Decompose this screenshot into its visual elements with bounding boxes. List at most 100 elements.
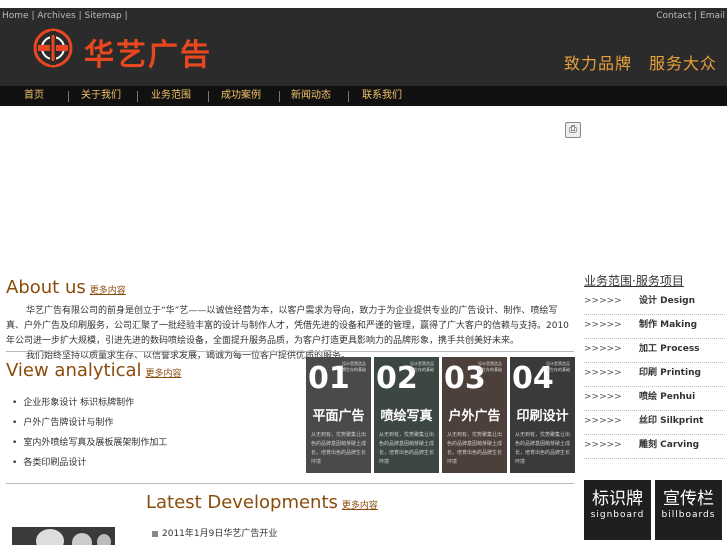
arrow-text: >>>>>	[584, 320, 622, 330]
sidebar-item-making[interactable]: >>>>> 制作 Making	[584, 315, 725, 339]
list-item[interactable]: 各类印刷品设计	[12, 453, 167, 473]
arrow-text: >>>>>	[584, 344, 622, 354]
bullet-square-icon	[152, 530, 158, 537]
thumbnail-image	[12, 527, 115, 545]
promo-en: billboards	[661, 510, 716, 520]
sidebar-item-en: Making	[660, 320, 698, 330]
sidebar-item-penhui[interactable]: >>>>> 喷绘 Penhui	[584, 387, 725, 411]
arrow-text: >>>>>	[584, 296, 622, 306]
arrow-text: >>>>>	[584, 392, 622, 402]
top-links-left: Home | Archives | Sitemap |	[2, 11, 128, 21]
tile-mini-text: 设计是营造品牌生存的基础	[342, 361, 366, 372]
nav-item-news[interactable]: 新闻动态	[291, 86, 331, 106]
about-title: About us	[6, 277, 86, 298]
tile-desc: 从无到有，优势聚集让出色的品牌基因萌芽破土成长，培育出色的品牌生长环境	[447, 432, 503, 465]
nav-item-cases[interactable]: 成功案例	[221, 86, 261, 106]
logo-text[interactable]: 华艺广告	[84, 30, 212, 74]
nav-item-services[interactable]: 业务范围	[151, 86, 191, 106]
about-paragraph: 华艺广告有限公司的前身是创立于“华”艺——以诚信经营为本，以客户需求为导向，致力…	[6, 306, 569, 346]
arrow-text: >>>>>	[584, 368, 622, 378]
arrow-text: >>>>>	[584, 416, 622, 426]
nav-separator	[348, 91, 349, 102]
top-links-right: Contact | Email	[656, 11, 725, 21]
nav-separator	[208, 91, 209, 102]
sidebar-item-design[interactable]: >>>>> 设计 Design	[584, 291, 725, 315]
sidebar-service-list: >>>>> 设计 Design >>>>> 制作 Making >>>>> 加工 Pr…	[584, 291, 725, 459]
divider	[6, 351, 574, 352]
latest-more-link[interactable]: 更多内容	[342, 501, 378, 511]
sidebar-item-process[interactable]: >>>>> 加工 Process	[584, 339, 725, 363]
sidebar-item-label: 雕刻 Carving	[639, 435, 699, 455]
promo-signboard[interactable]: 标识牌 signboard	[584, 480, 651, 540]
sidebar-item-label: 制作 Making	[639, 315, 697, 335]
about-more-link[interactable]: 更多内容	[90, 286, 126, 296]
nav-item-home[interactable]: 首页	[24, 86, 44, 106]
promo-en: signboard	[590, 510, 645, 520]
nav-item-contact[interactable]: 联系我们	[362, 86, 402, 106]
nav-separator	[279, 91, 280, 102]
sidebar-item-en: Process	[660, 344, 700, 354]
printer-icon[interactable]: ⎙	[565, 122, 581, 138]
tile-desc: 从无到有，优势聚集让出色的品牌基因萌芽破土成长，培育出色的品牌生长环境	[311, 432, 367, 465]
sidebar-item-carving[interactable]: >>>>> 雕刻 Carving	[584, 435, 725, 459]
tile-desc: 从无到有，优势聚集让出色的品牌基因萌芽破土成长，培育出色的品牌生长环境	[379, 432, 435, 465]
tile-mini-text: 设计是营造品牌生存的基础	[410, 361, 434, 372]
about-section-title: About us 更多内容	[6, 277, 126, 298]
view-list: 企业形象设计 标识标牌制作 户外广告牌设计与制作 室内外喷绘写真及展板展架制作加…	[12, 393, 167, 473]
sidebar-item-en: Carving	[660, 440, 700, 450]
main-nav: 首页 关于我们 业务范围 成功案例 新闻动态 联系我们	[0, 86, 727, 106]
list-item[interactable]: 户外广告牌设计与制作	[12, 413, 167, 433]
sidebar-item-cn: 制作	[639, 320, 658, 330]
site-header: 华艺广告 致力品牌 服务大众	[0, 24, 727, 86]
tile-mini-text: 设计是营造品牌生存的基础	[478, 361, 502, 372]
tile-desc: 从无到有，优势聚集让出色的品牌基因萌芽破土成长，培育出色的品牌生长环境	[515, 432, 571, 465]
news-thumbnail[interactable]	[12, 527, 115, 545]
service-tile-outdoor[interactable]: 03 设计是营造品牌生存的基础 户外广告 从无到有，优势聚集让出色的品牌基因萌芽…	[442, 357, 507, 473]
list-item[interactable]: 2011年1月9日华艺广告开业	[152, 526, 277, 539]
sidebar-item-cn: 加工	[639, 344, 658, 354]
sidebar-item-en: Penhui	[660, 392, 696, 402]
sidebar-item-label: 丝印 Silkprint	[639, 411, 703, 431]
arrow-text: >>>>>	[584, 440, 622, 450]
archives-link[interactable]: Archives	[37, 11, 75, 21]
list-item[interactable]: 室内外喷绘写真及展板展架制作加工	[12, 433, 167, 453]
contact-link[interactable]: Contact	[656, 11, 691, 21]
promo-cn: 标识牌	[592, 489, 643, 509]
slogan: 致力品牌 服务大众	[563, 54, 717, 73]
service-tile-print-ad[interactable]: 01 设计是营造品牌生存的基础 平面广告 从无到有，优势聚集让出色的品牌基因萌芽…	[306, 357, 371, 473]
sidebar-item-cn: 印刷	[639, 368, 658, 378]
sidebar-item-cn: 喷绘	[639, 392, 658, 402]
latest-section-title: Latest Developments 更多内容	[146, 492, 378, 513]
view-more-link[interactable]: 更多内容	[146, 369, 182, 379]
sidebar-item-printing[interactable]: >>>>> 印刷 Printing	[584, 363, 725, 387]
home-link[interactable]: Home	[2, 11, 29, 21]
sidebar-item-label: 喷绘 Penhui	[639, 387, 695, 407]
sidebar-item-label: 印刷 Printing	[639, 363, 701, 383]
sidebar-item-cn: 设计	[639, 296, 658, 306]
tile-label: 喷绘写真	[380, 409, 433, 424]
top-strip	[0, 0, 727, 8]
tile-label: 平面广告	[312, 409, 365, 424]
service-tile-printing[interactable]: 04 设计是营造品牌生存的基础 印刷设计 从无到有，优势聚集让出色的品牌基因萌芽…	[510, 357, 575, 473]
sitemap-link[interactable]: Sitemap	[84, 11, 121, 21]
top-bar: Home | Archives | Sitemap | Contact | Em…	[0, 8, 727, 24]
view-title: View analytical	[6, 360, 142, 381]
nav-separator	[68, 91, 69, 102]
promo-billboards[interactable]: 宣传栏 billboards	[655, 480, 722, 540]
email-link[interactable]: Email	[700, 11, 725, 21]
service-tile-inkjet[interactable]: 02 设计是营造品牌生存的基础 喷绘写真 从无到有，优势聚集让出色的品牌基因萌芽…	[374, 357, 439, 473]
tile-mini-text: 设计是营造品牌生存的基础	[546, 361, 570, 372]
sidebar-item-cn: 雕刻	[639, 440, 658, 450]
divider	[6, 483, 574, 484]
nav-item-about[interactable]: 关于我们	[81, 86, 121, 106]
sidebar-item-en: Silkprint	[660, 416, 704, 426]
sidebar-item-silkprint[interactable]: >>>>> 丝印 Silkprint	[584, 411, 725, 435]
logo-icon[interactable]	[32, 27, 74, 69]
promo-cn: 宣传栏	[663, 489, 714, 509]
about-text: 华艺广告有限公司的前身是创立于“华”艺——以诚信经营为本，以客户需求为导向，致力…	[6, 304, 574, 364]
banner-area	[0, 106, 727, 276]
view-section-title: View analytical 更多内容	[6, 360, 182, 381]
latest-item-text: 2011年1月9日华艺广告开业	[162, 529, 278, 539]
list-item[interactable]: 企业形象设计 标识标牌制作	[12, 393, 167, 413]
sidebar-title[interactable]: 业务范围·服务项目	[584, 272, 684, 289]
